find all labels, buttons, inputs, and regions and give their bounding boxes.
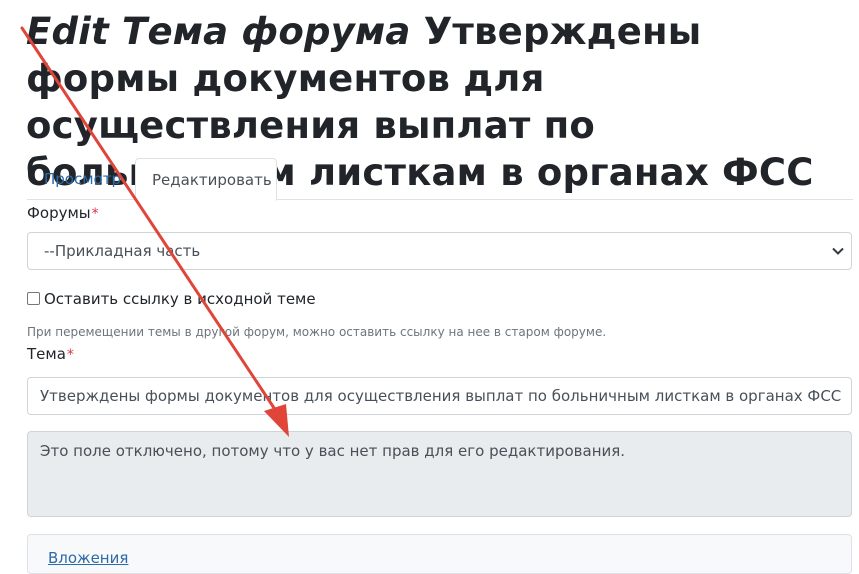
attachments-link[interactable]: Вложения: [48, 549, 128, 567]
leave-link-help: При перемещении темы в другой форум, мож…: [27, 325, 607, 339]
tab-view[interactable]: Просмотр: [28, 158, 137, 200]
body-field-disabled: Это поле отключено, потому что у вас нет…: [27, 431, 852, 517]
forums-select-value: --Прикладная часть: [44, 242, 201, 260]
leave-link-label: Оставить ссылку в исходной теме: [44, 290, 316, 308]
leave-link-checkbox[interactable]: [27, 292, 40, 305]
topic-label: Тема*: [27, 345, 74, 363]
page-title-prefix: Edit Тема форума: [26, 10, 411, 53]
forums-label-text: Форумы: [27, 204, 91, 222]
leave-link-option[interactable]: Оставить ссылку в исходной теме: [27, 289, 316, 309]
topic-label-text: Тема: [27, 345, 66, 363]
forums-select[interactable]: --Прикладная часть: [27, 232, 852, 270]
tab-edit[interactable]: Редактировать: [135, 158, 277, 201]
tabs: Просмотр Редактировать: [27, 158, 853, 201]
chevron-down-icon: [831, 233, 845, 269]
forums-label: Форумы*: [27, 204, 99, 222]
attachments-panel: Вложения: [27, 534, 852, 574]
required-mark: *: [91, 206, 99, 222]
topic-input[interactable]: Утверждены формы документов для осуществ…: [27, 377, 852, 415]
required-mark: *: [66, 347, 74, 363]
